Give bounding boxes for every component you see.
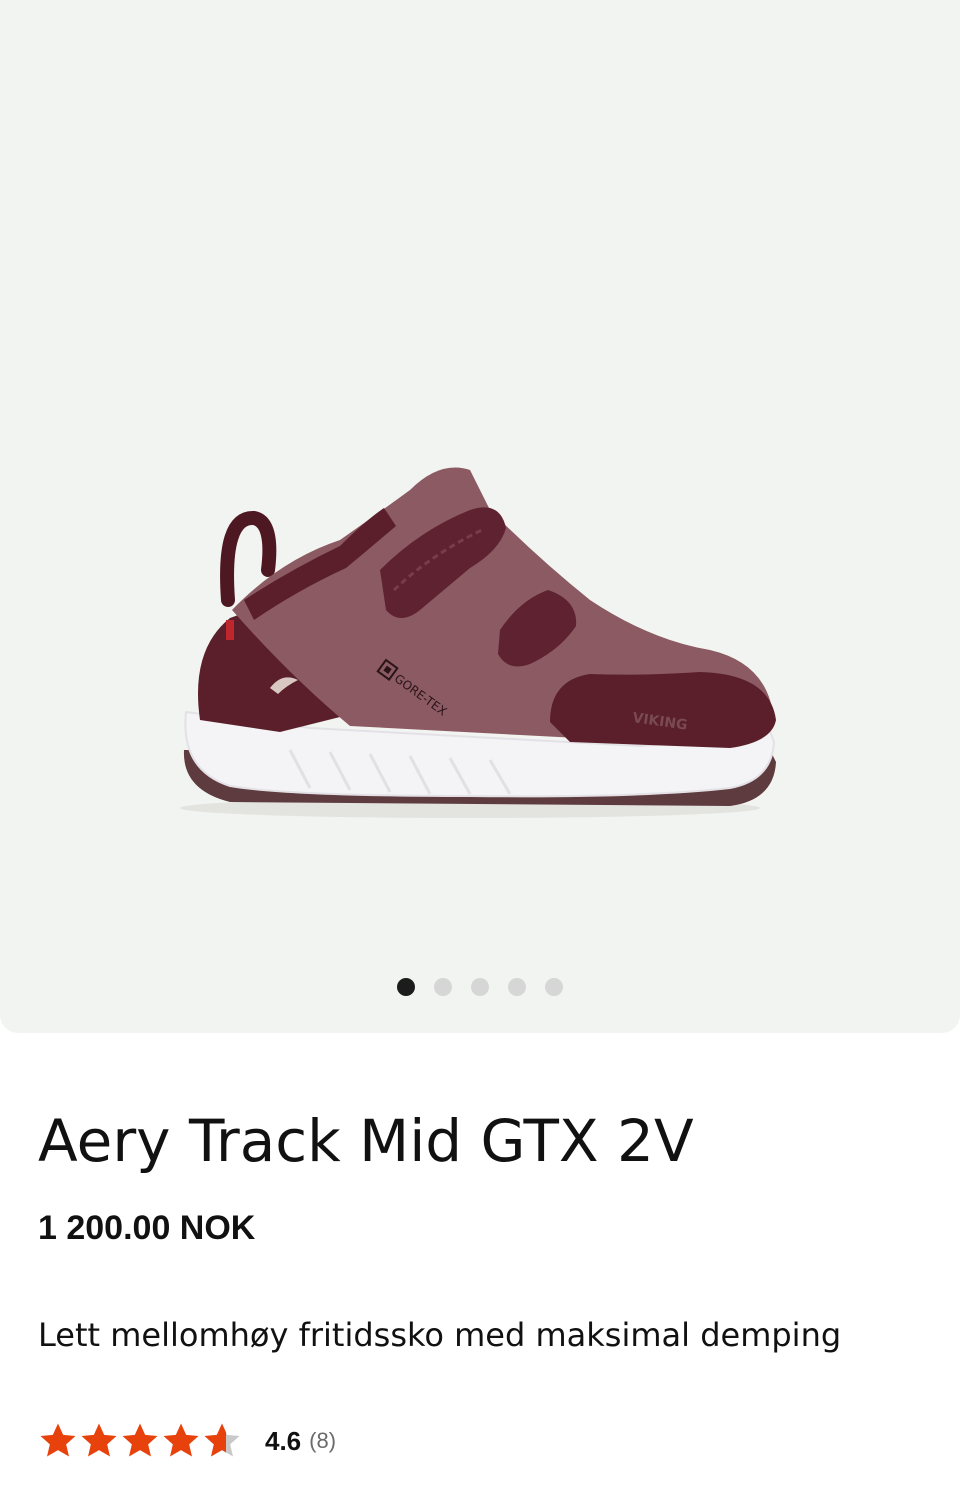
product-title: Aery Track Mid GTX 2V xyxy=(38,1107,694,1175)
product-price: 1 200.00 NOK xyxy=(38,1209,256,1247)
product-description: Lett mellomhøy fritidssko med maksimal d… xyxy=(38,1316,842,1354)
product-image-gallery[interactable]: GORE-TEX VIKING xyxy=(0,0,960,1033)
gallery-pagination xyxy=(0,978,960,998)
gallery-dot-3[interactable] xyxy=(471,978,489,996)
product-rating[interactable]: 4.6 (8) xyxy=(38,1416,336,1466)
star-icon xyxy=(81,1423,117,1457)
star-icon xyxy=(163,1423,199,1457)
star-icon xyxy=(122,1423,158,1457)
product-page: GORE-TEX VIKING Aery Track Mid GTX 2V 1 … xyxy=(0,0,960,1493)
rating-value: 4.6 xyxy=(265,1425,302,1456)
rating-count: (8) xyxy=(309,1428,337,1453)
star-partial-icon xyxy=(204,1423,240,1457)
product-image[interactable]: GORE-TEX VIKING xyxy=(170,450,800,840)
gallery-dot-2[interactable] xyxy=(434,978,452,996)
gallery-dot-1[interactable] xyxy=(397,978,415,996)
rating-stars xyxy=(38,1421,242,1461)
star-icon xyxy=(40,1423,76,1457)
gallery-dot-4[interactable] xyxy=(508,978,526,996)
gallery-dot-5[interactable] xyxy=(545,978,563,996)
